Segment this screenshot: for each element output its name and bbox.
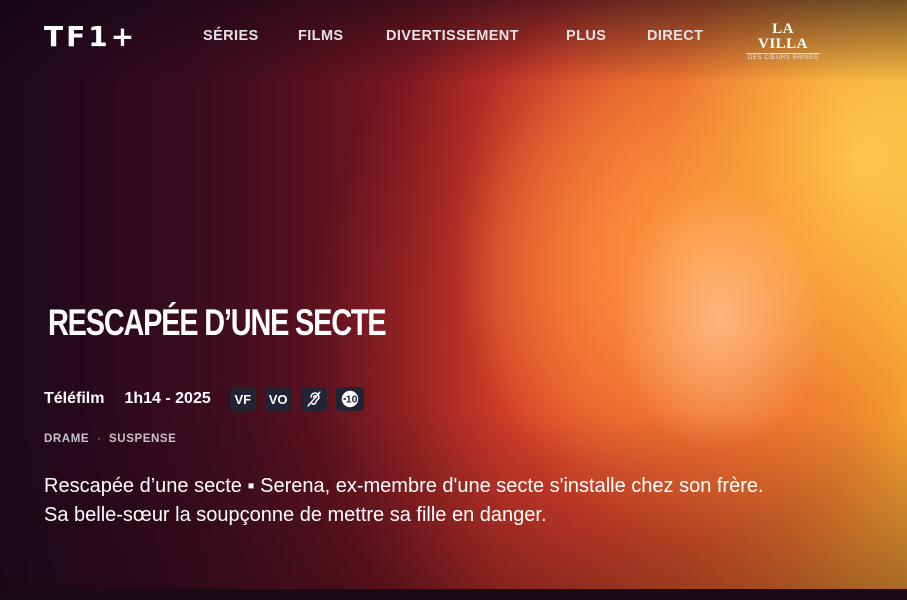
nav-item-plus[interactable]: PLUS: [566, 28, 606, 44]
badge-hearing-impaired: [300, 387, 327, 411]
promo-logo-title: LA VILLA: [757, 21, 808, 52]
promo-logo-subtitle: DES CŒURS BRISÉS: [746, 53, 820, 61]
program-meta: Téléfilm 1h14 - 2025 VF VO 10: [44, 386, 364, 412]
program-title: RESCAPÉE D’UNE SECTE: [48, 302, 387, 343]
rating-10-icon: 10: [341, 390, 358, 408]
genre-separator: ·: [97, 433, 102, 445]
program-badges: VF VO 10: [229, 387, 364, 411]
genre-tag[interactable]: DRAME: [44, 433, 89, 445]
promo-logo-la-villa[interactable]: LA VILLA DES CŒURS BRISÉS: [746, 22, 820, 62]
program-synopsis: Rescapée d’une secte ▪ Serena, ex-membre…: [44, 475, 764, 526]
nav-item-divertissement[interactable]: DIVERTISSEMENT: [386, 28, 519, 44]
tf1-plus-logo[interactable]: TF1+: [44, 22, 137, 52]
program-duration-year: 1h14 - 2025: [124, 390, 211, 407]
program-genres: DRAME · SUSPENSE: [44, 433, 176, 445]
program-type: Téléfilm: [44, 390, 105, 407]
badge-vo: VO: [264, 387, 292, 411]
hearing-impaired-icon: [306, 391, 321, 407]
badge-rating: 10: [335, 387, 364, 411]
nav-item-films[interactable]: FILMS: [298, 28, 344, 44]
nav-item-direct[interactable]: DIRECT: [647, 28, 703, 44]
genre-tag[interactable]: SUSPENSE: [109, 433, 176, 445]
badge-vf: VF: [229, 387, 256, 411]
rating-10-label: 10: [345, 394, 357, 406]
nav-item-series[interactable]: SÉRIES: [203, 28, 259, 44]
top-navigation: TF1+ SÉRIES FILMS DIVERTISSEMENT PLUS DI…: [0, 0, 907, 72]
